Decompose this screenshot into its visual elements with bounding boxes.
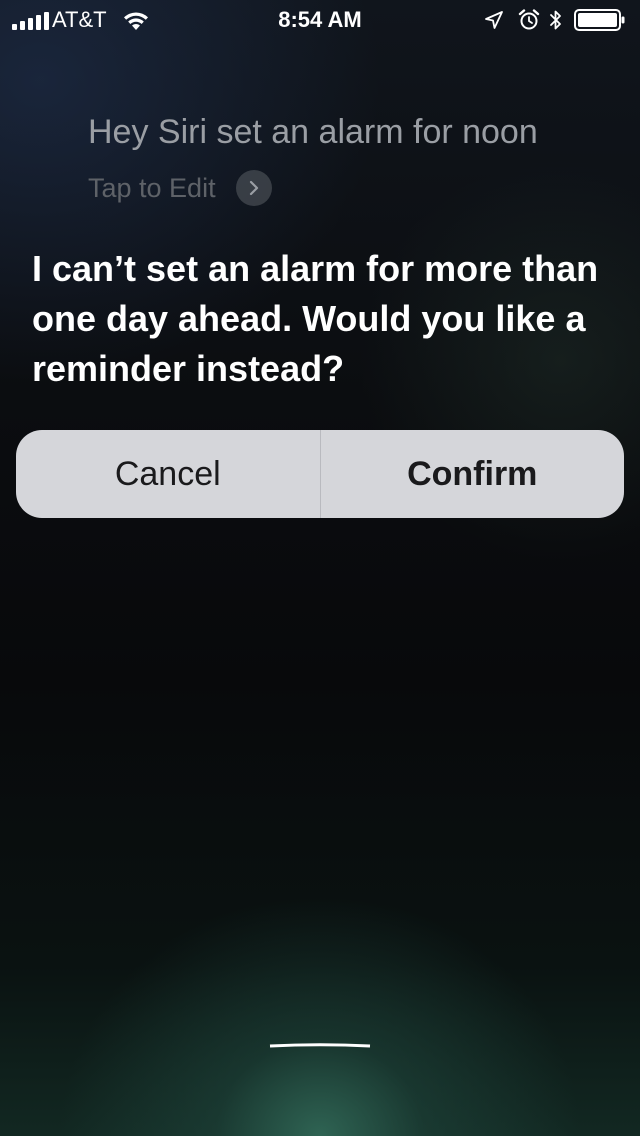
location-arrow-icon: [485, 11, 503, 29]
chevron-right-icon[interactable]: [235, 170, 272, 206]
cancel-button[interactable]: Cancel: [16, 430, 320, 518]
response-actions: Cancel Confirm: [16, 430, 624, 518]
tap-to-edit-link[interactable]: Tap to Edit: [88, 170, 272, 206]
siri-waveform: [0, 1043, 640, 1048]
status-time: 8:54 AM: [278, 7, 362, 32]
alarm-clock-icon: [518, 9, 540, 30]
siri-response-text: I can’t set an alarm for more than one d…: [32, 248, 599, 389]
bluetooth-icon: [550, 10, 561, 30]
confirm-button[interactable]: Confirm: [321, 430, 625, 518]
status-bar: AT&T 8:54 AM: [0, 0, 640, 40]
siri-query-text: Hey Siri set an alarm for noon: [88, 113, 538, 151]
tap-to-edit-label: Tap to Edit: [88, 173, 216, 203]
battery-icon: [574, 9, 625, 31]
